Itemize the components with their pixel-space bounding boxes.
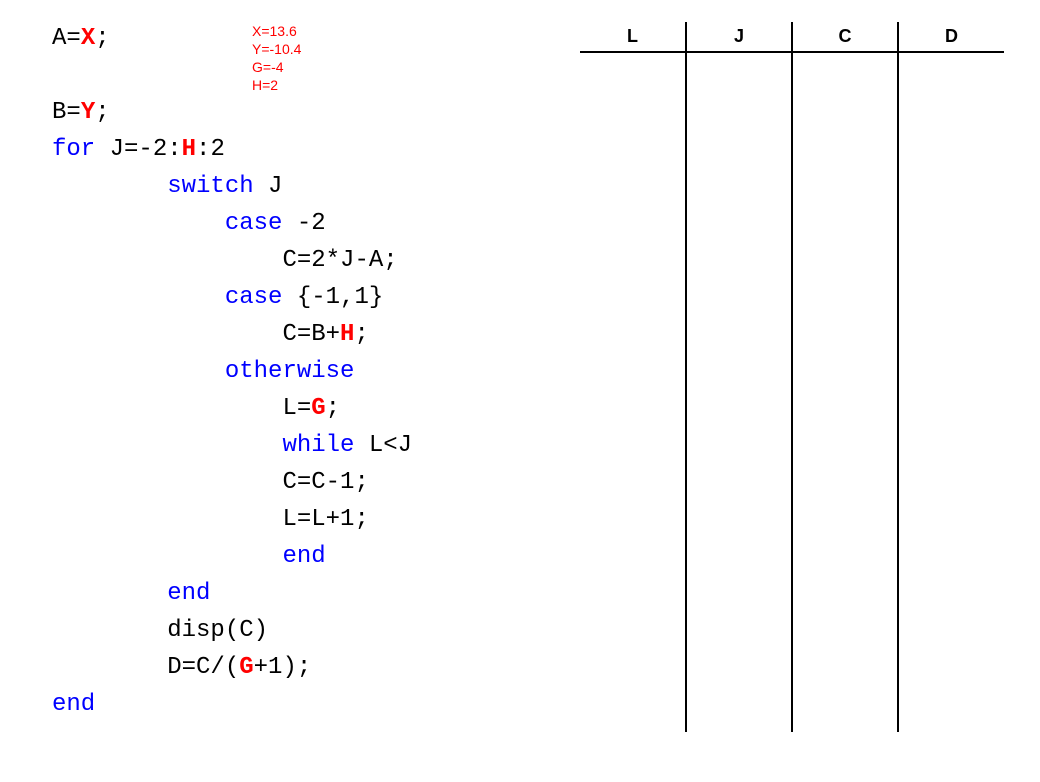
code-line-3: for J=-2:H:2 — [52, 131, 412, 168]
text: :2 — [196, 136, 225, 163]
code-line-7: case {-1,1} — [52, 279, 412, 316]
code-line-5: case -2 — [52, 205, 412, 242]
var-g: G — [239, 654, 253, 681]
var-g: G — [311, 395, 325, 422]
code-line-11: while L<J — [52, 427, 412, 464]
column-body-c — [792, 52, 898, 732]
var-x: X — [81, 25, 95, 52]
column-body-j — [686, 52, 792, 732]
text: L=L+1; — [52, 506, 369, 533]
var-h: H — [182, 136, 196, 163]
text: C=C-1; — [52, 469, 369, 496]
column-body-d — [898, 52, 1004, 732]
code-line-13: L=L+1; — [52, 501, 412, 538]
variable-annotation: X=13.6 Y=-10.4 G=-4 H=2 — [252, 22, 301, 94]
code-line-16: disp(C) — [52, 612, 412, 649]
column-header-l: L — [580, 22, 686, 52]
code-line-12: C=C-1; — [52, 464, 412, 501]
keyword-case: case — [225, 210, 283, 237]
column-header-j: J — [686, 22, 792, 52]
keyword-end: end — [282, 543, 325, 570]
text: ; — [95, 99, 109, 126]
code-line-15: end — [52, 575, 412, 612]
code-line-14: end — [52, 538, 412, 575]
text: {-1,1} — [282, 284, 383, 311]
indent — [52, 432, 282, 459]
annotation-x: X=13.6 — [252, 22, 301, 40]
indent — [52, 543, 282, 570]
text: J — [254, 173, 283, 200]
indent — [52, 210, 225, 237]
keyword-otherwise: otherwise — [225, 358, 355, 385]
keyword-case: case — [225, 284, 283, 311]
indent — [52, 358, 225, 385]
text: C=2*J-A; — [52, 247, 398, 274]
blank-line — [52, 57, 412, 94]
annotation-y: Y=-10.4 — [252, 40, 301, 58]
text: L<J — [354, 432, 412, 459]
text: disp(C) — [52, 617, 268, 644]
keyword-end: end — [52, 691, 95, 718]
text: A= — [52, 25, 81, 52]
code-line-18: end — [52, 686, 412, 723]
keyword-switch: switch — [167, 173, 253, 200]
column-header-d: D — [898, 22, 1004, 52]
code-line-4: switch J — [52, 168, 412, 205]
code-line-9: otherwise — [52, 353, 412, 390]
var-h: H — [340, 321, 354, 348]
keyword-end: end — [167, 580, 210, 607]
keyword-for: for — [52, 136, 95, 163]
annotation-h: H=2 — [252, 76, 301, 94]
text: ; — [326, 395, 340, 422]
code-line-10: L=G; — [52, 390, 412, 427]
indent — [52, 173, 167, 200]
text: J=-2: — [95, 136, 181, 163]
trace-table: L J C D — [580, 22, 1004, 732]
text: B= — [52, 99, 81, 126]
text: L= — [52, 395, 311, 422]
annotation-g: G=-4 — [252, 58, 301, 76]
code-line-1: A=X; — [52, 20, 412, 57]
code-line-2: B=Y; — [52, 94, 412, 131]
column-body-l — [580, 52, 686, 732]
code-block: A=X; B=Y; for J=-2:H:2 switch J case -2 … — [52, 20, 412, 723]
keyword-while: while — [282, 432, 354, 459]
text: ; — [354, 321, 368, 348]
column-header-c: C — [792, 22, 898, 52]
text: ; — [95, 25, 109, 52]
code-line-8: C=B+H; — [52, 316, 412, 353]
text: -2 — [282, 210, 325, 237]
indent — [52, 580, 167, 607]
code-line-17: D=C/(G+1); — [52, 649, 412, 686]
text: C=B+ — [52, 321, 340, 348]
var-y: Y — [81, 99, 95, 126]
text: D=C/( — [52, 654, 239, 681]
text: +1); — [254, 654, 312, 681]
code-line-6: C=2*J-A; — [52, 242, 412, 279]
indent — [52, 284, 225, 311]
